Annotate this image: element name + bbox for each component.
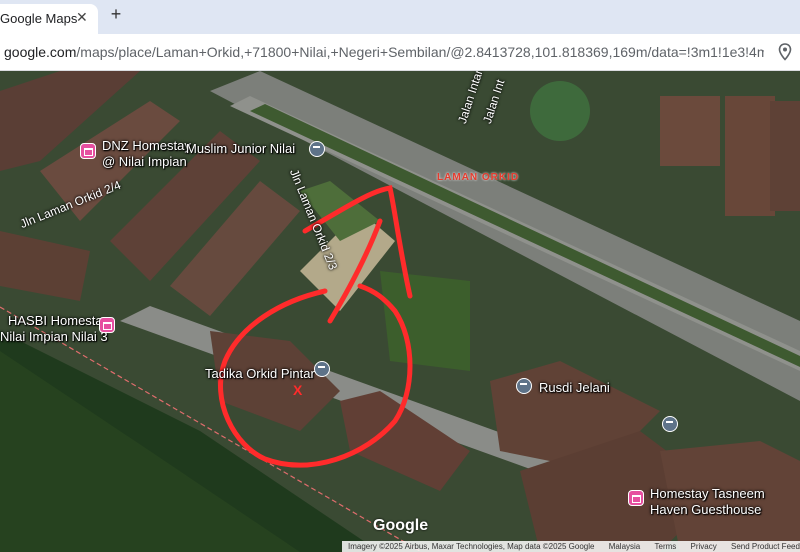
school-icon[interactable] <box>662 416 678 432</box>
location-pin-icon[interactable] <box>778 43 792 61</box>
poi-label[interactable]: Tadika Orkid Pintar <box>205 366 315 381</box>
school-icon[interactable] <box>309 141 325 157</box>
terms-link[interactable]: Terms <box>655 542 677 551</box>
url-path: /maps/place/Laman+Orkid,+71800+Nilai,+Ne… <box>76 44 764 60</box>
school-icon[interactable] <box>314 361 330 377</box>
poi-label[interactable]: @ Nilai Impian <box>102 154 187 169</box>
browser-tab[interactable]: Google Maps ✕ <box>0 4 98 34</box>
satellite-map[interactable]: Jln Laman Orkid 2/4 Jln Laman Orkid 2/3 … <box>0 71 800 552</box>
place-icon[interactable] <box>516 378 532 394</box>
poi-label[interactable]: Muslim Junior Nilai <box>186 141 295 156</box>
plus-icon[interactable]: + <box>106 4 126 25</box>
google-logo: Google <box>373 517 429 534</box>
area-label: LAMAN ORKID <box>437 172 520 183</box>
close-icon[interactable]: ✕ <box>76 9 88 26</box>
poi-label[interactable]: DNZ Homestay <box>102 138 191 153</box>
feedback-link[interactable]: Send Product Feedback <box>731 542 800 551</box>
url-text[interactable]: google.com/maps/place/Laman+Orkid,+71800… <box>4 44 764 60</box>
homestay-icon[interactable] <box>99 317 115 333</box>
tab-title: Google Maps <box>0 11 78 26</box>
poi-label[interactable]: HASBI Homestay <box>8 313 109 328</box>
poi-label[interactable]: Rusdi Jelani <box>539 380 610 395</box>
imagery-attribution: Imagery ©2025 Airbus, Maxar Technologies… <box>348 542 595 551</box>
poi-label[interactable]: Haven Guesthouse <box>650 502 761 517</box>
url-domain: google.com <box>4 44 77 60</box>
homestay-icon[interactable] <box>80 143 96 159</box>
poi-label[interactable]: Homestay Tasneem <box>650 486 765 501</box>
map-footer: Imagery ©2025 Airbus, Maxar Technologies… <box>342 541 800 552</box>
privacy-link[interactable]: Privacy <box>691 542 717 551</box>
address-bar[interactable]: google.com/maps/place/Laman+Orkid,+71800… <box>0 34 800 71</box>
tab-bar: Google Maps ✕ + <box>0 0 800 34</box>
country-label: Malaysia <box>608 542 641 551</box>
homestay-icon[interactable] <box>628 490 644 506</box>
annotation-mark: X <box>293 382 303 398</box>
poi-label[interactable]: Nilai Impian Nilai 3 <box>0 329 108 344</box>
